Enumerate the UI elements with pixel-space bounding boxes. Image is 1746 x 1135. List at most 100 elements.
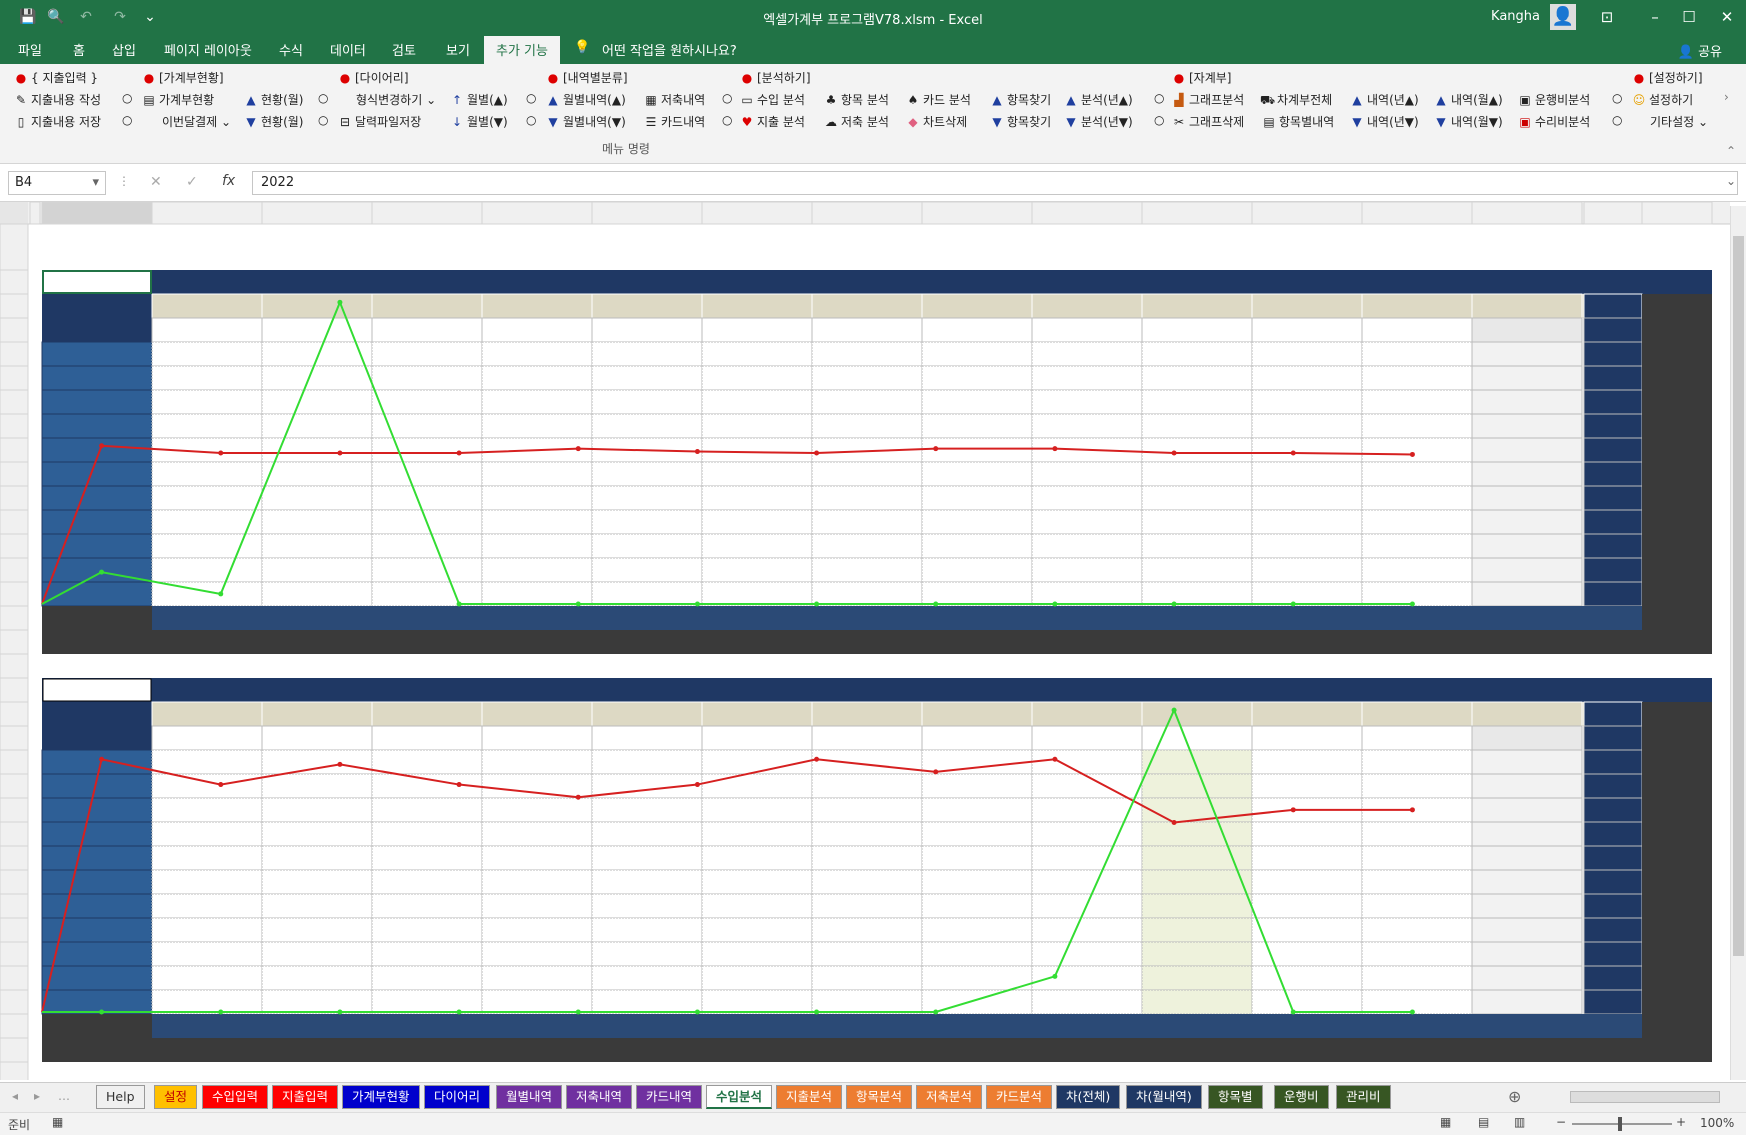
data-cell[interactable] <box>811 917 923 943</box>
radio-icon[interactable]: ○ <box>122 91 132 105</box>
group-settings[interactable]: ● [설정하기] <box>1632 69 1703 86</box>
sheet-tab[interactable]: 월별내역 <box>496 1085 563 1109</box>
data-cell[interactable] <box>591 461 703 487</box>
data-cell[interactable] <box>1471 965 1583 991</box>
row-header-25[interactable] <box>0 701 29 727</box>
tell-me-search[interactable]: 어떤 작업을 원하시나요? <box>602 40 737 59</box>
zoom-slider-thumb[interactable] <box>1618 1117 1622 1131</box>
maximize-icon[interactable]: ☐ <box>1674 6 1704 28</box>
row-header-12[interactable] <box>0 461 29 487</box>
row-header-38[interactable] <box>0 1013 29 1039</box>
sheet-tab[interactable]: 수입분석 <box>706 1085 773 1109</box>
row-header-2[interactable] <box>0 223 29 271</box>
sheet-tab[interactable]: 설정 <box>154 1085 198 1109</box>
data-cell[interactable] <box>811 773 923 799</box>
data-cell[interactable] <box>151 461 263 487</box>
chart-point[interactable] <box>218 591 224 597</box>
graph-analysis-button[interactable]: ▟ 그래프분석 <box>1172 91 1244 108</box>
item-detail-button[interactable]: ▤ 항목별내역 <box>1262 113 1334 130</box>
data-cell[interactable] <box>371 389 483 415</box>
data-cell[interactable] <box>1471 989 1583 1015</box>
worksheet-grid[interactable] <box>0 202 1730 1080</box>
total-cell[interactable] <box>701 317 813 343</box>
data-cell[interactable] <box>371 533 483 559</box>
data-cell[interactable] <box>591 941 703 967</box>
data-cell[interactable] <box>481 989 593 1015</box>
total-cell[interactable] <box>1583 317 1643 343</box>
data-cell[interactable] <box>1251 749 1363 775</box>
data-cell[interactable] <box>1583 869 1643 895</box>
column-header-q[interactable] <box>1641 202 1713 225</box>
data-cell[interactable] <box>921 533 1033 559</box>
sheet-tab[interactable]: 항목별 <box>1208 1085 1263 1109</box>
chart-point[interactable] <box>337 450 343 456</box>
data-cell[interactable] <box>1471 869 1583 895</box>
chart-point[interactable] <box>337 761 343 767</box>
data-cell[interactable] <box>811 797 923 823</box>
column-header-i[interactable] <box>811 202 923 225</box>
car-book-all-button[interactable]: ⛟ 차계부전체 <box>1260 91 1332 109</box>
data-cell[interactable] <box>591 965 703 991</box>
data-cell[interactable] <box>261 893 373 919</box>
data-cell[interactable] <box>371 797 483 823</box>
column-header-e[interactable] <box>371 202 483 225</box>
data-cell[interactable] <box>921 797 1033 823</box>
chart-point[interactable] <box>694 601 700 607</box>
data-cell[interactable] <box>481 965 593 991</box>
tab-page-layout[interactable]: 페이지 레이아웃 <box>164 40 252 59</box>
worksheet[interactable] <box>0 202 1746 1080</box>
sheet-tab[interactable]: 지출분석 <box>776 1085 843 1109</box>
data-cell[interactable] <box>371 485 483 511</box>
row-header-7[interactable] <box>0 341 29 367</box>
row-header-13[interactable] <box>0 485 29 511</box>
data-cell[interactable] <box>371 461 483 487</box>
data-cell[interactable] <box>1583 389 1643 415</box>
data-cell[interactable] <box>1583 437 1643 463</box>
data-cell[interactable] <box>811 581 923 607</box>
data-cell[interactable] <box>151 557 263 583</box>
data-cell[interactable] <box>1251 965 1363 991</box>
data-cell[interactable] <box>261 917 373 943</box>
data-cell[interactable] <box>1141 821 1253 847</box>
delete-chart-button[interactable]: ◆ 차트삭제 <box>906 113 967 130</box>
data-cell[interactable] <box>811 413 923 439</box>
data-cell[interactable] <box>1471 365 1583 391</box>
data-cell[interactable] <box>1471 341 1583 367</box>
group-diary[interactable]: ● [다이어리] <box>338 69 409 86</box>
total-cell[interactable] <box>1251 317 1363 343</box>
data-cell[interactable] <box>921 557 1033 583</box>
data-cell[interactable] <box>1471 749 1583 775</box>
chart-point[interactable] <box>575 446 581 452</box>
data-cell[interactable] <box>1251 365 1363 391</box>
radio-icon[interactable]: ○ <box>1612 91 1622 105</box>
chart-point[interactable] <box>694 782 700 788</box>
radio-icon[interactable]: ○ <box>318 113 328 127</box>
plan-cell[interactable] <box>1471 701 1583 727</box>
macro-record-icon[interactable]: ▦ <box>52 1115 63 1129</box>
data-cell[interactable] <box>151 773 263 799</box>
data-cell[interactable] <box>1583 845 1643 871</box>
data-cell[interactable] <box>811 965 923 991</box>
data-cell[interactable] <box>1031 869 1143 895</box>
chart-point[interactable] <box>99 1009 105 1015</box>
data-cell[interactable] <box>481 581 593 607</box>
data-cell[interactable] <box>261 965 373 991</box>
chart-point[interactable] <box>1409 451 1415 457</box>
data-cell[interactable] <box>701 413 813 439</box>
data-cell[interactable] <box>151 341 263 367</box>
data-cell[interactable] <box>591 749 703 775</box>
select-all-corner[interactable] <box>0 202 28 224</box>
household-status-button[interactable]: ▤ 가계부현황 <box>142 91 214 108</box>
data-cell[interactable] <box>1471 437 1583 463</box>
chart-point[interactable] <box>99 569 105 575</box>
data-cell[interactable] <box>261 461 373 487</box>
row-header-26[interactable] <box>0 725 29 751</box>
data-cell[interactable] <box>1141 893 1253 919</box>
sheet-tab[interactable]: 가계부현황 <box>342 1085 420 1109</box>
data-cell[interactable] <box>1361 845 1473 871</box>
data-cell[interactable] <box>811 509 923 535</box>
chart-point[interactable] <box>337 299 343 305</box>
data-cell[interactable] <box>1251 845 1363 871</box>
row-header-19[interactable] <box>0 629 29 655</box>
data-cell[interactable] <box>261 941 373 967</box>
